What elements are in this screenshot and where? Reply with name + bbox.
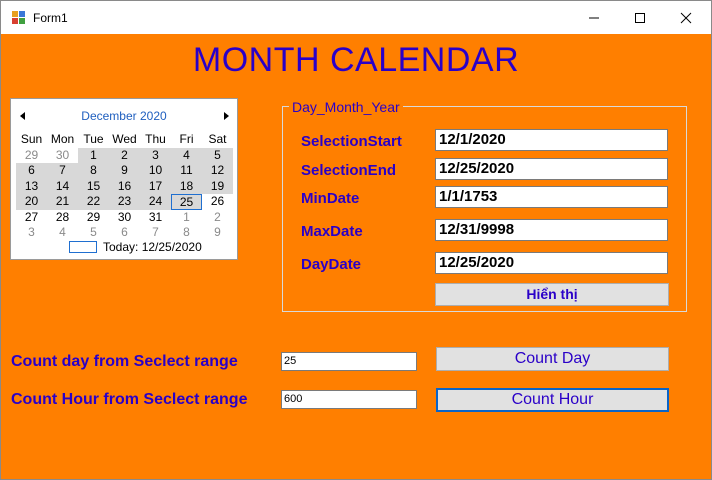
count-hour-field[interactable]: 600 bbox=[281, 390, 417, 409]
title-bar[interactable]: Form1 bbox=[1, 1, 711, 34]
calendar-week-row: 6 7 8 9 10 11 12 bbox=[16, 163, 233, 179]
calendar-day[interactable]: 24 bbox=[140, 194, 171, 210]
calendar-day[interactable]: 13 bbox=[16, 178, 47, 194]
page-title: MONTH CALENDAR bbox=[192, 41, 520, 79]
max-date-label: MaxDate bbox=[301, 223, 363, 240]
calendar-day[interactable]: 16 bbox=[109, 178, 140, 194]
min-date-label: MinDate bbox=[301, 190, 360, 207]
calendar-day[interactable]: 14 bbox=[47, 178, 78, 194]
calendar-week-row: 29 30 1 2 3 4 5 bbox=[16, 147, 233, 164]
weekday-header: Mon bbox=[50, 132, 75, 146]
next-month-icon[interactable] bbox=[224, 112, 229, 120]
selection-end-label: SelectionEnd bbox=[301, 162, 397, 179]
close-button[interactable] bbox=[663, 1, 709, 34]
calendar-week-row: 3456789 bbox=[16, 225, 233, 241]
maximize-button[interactable] bbox=[617, 1, 663, 34]
window-title: Form1 bbox=[33, 11, 68, 25]
minimize-button[interactable] bbox=[571, 1, 617, 34]
calendar-day[interactable]: 28 bbox=[47, 210, 78, 226]
calendar-day[interactable]: 7 bbox=[140, 225, 171, 241]
weekday-header: Fri bbox=[179, 132, 194, 146]
count-hour-label: Count Hour from Seclect range bbox=[11, 391, 248, 408]
form-window: Form1 MONTH CALENDAR December 2020 Sun Mo… bbox=[0, 0, 712, 480]
calendar-day[interactable]: 4 bbox=[47, 225, 78, 241]
calendar-month-title[interactable]: December 2020 bbox=[11, 109, 237, 123]
calendar-day[interactable]: 10 bbox=[140, 163, 171, 179]
calendar-day[interactable]: 22 bbox=[78, 194, 109, 210]
month-calendar[interactable]: December 2020 Sun Mon Tue Wed Thu Fri Sat 29 30 1… bbox=[10, 98, 238, 260]
calendar-day[interactable]: 20 bbox=[16, 194, 47, 210]
calendar-day[interactable]: 9 bbox=[202, 225, 233, 241]
calendar-day[interactable]: 15 bbox=[78, 178, 109, 194]
calendar-day[interactable]: 25 bbox=[171, 194, 202, 210]
calendar-day[interactable]: 31 bbox=[140, 210, 171, 226]
calendar-day[interactable]: 30 bbox=[47, 148, 78, 164]
calendar-day[interactable]: 2 bbox=[109, 147, 140, 163]
calendar-day[interactable]: 1 bbox=[171, 210, 202, 226]
calendar-day[interactable]: 3 bbox=[16, 225, 47, 241]
calendar-week-row: 20 21 22 23 24 25 26 bbox=[16, 194, 233, 210]
calendar-grid: Sun Mon Tue Wed Thu Fri Sat 29 30 1 2 3 4 5 6 7 8 9 10 11 12… bbox=[16, 132, 233, 241]
calendar-day[interactable]: 5 bbox=[202, 147, 233, 163]
max-date-field[interactable]: 12/31/9998 bbox=[435, 219, 668, 241]
calendar-weekday-row: Sun Mon Tue Wed Thu Fri Sat bbox=[16, 132, 233, 148]
today-marker-icon bbox=[69, 241, 97, 253]
calendar-day[interactable]: 8 bbox=[78, 163, 109, 179]
calendar-day[interactable]: 1 bbox=[78, 147, 109, 163]
calendar-day[interactable]: 23 bbox=[109, 194, 140, 210]
calendar-day[interactable]: 6 bbox=[109, 225, 140, 241]
min-date-field[interactable]: 1/1/1753 bbox=[435, 186, 668, 208]
minimize-icon bbox=[589, 17, 599, 18]
calendar-day[interactable]: 19 bbox=[202, 178, 233, 194]
weekday-header: Sun bbox=[20, 132, 43, 146]
calendar-day[interactable]: 12 bbox=[202, 163, 233, 179]
calendar-header: December 2020 bbox=[11, 109, 237, 125]
show-button[interactable]: Hiển thị bbox=[435, 283, 669, 306]
calendar-day[interactable]: 9 bbox=[109, 163, 140, 179]
count-day-field[interactable]: 25 bbox=[281, 352, 417, 371]
calendar-day[interactable]: 3 bbox=[140, 147, 171, 163]
calendar-day[interactable]: 21 bbox=[47, 194, 78, 210]
calendar-day[interactable]: 17 bbox=[140, 178, 171, 194]
calendar-day[interactable]: 29 bbox=[16, 148, 47, 164]
selection-end-field[interactable]: 12/25/2020 bbox=[435, 158, 668, 180]
calendar-week-row: 13 14 15 16 17 18 19 bbox=[16, 178, 233, 194]
calendar-day[interactable]: 5 bbox=[78, 225, 109, 241]
calendar-day[interactable]: 26 bbox=[202, 194, 233, 210]
close-icon bbox=[680, 12, 692, 23]
calendar-week-row: 27 28 29 30 31 1 2 bbox=[16, 210, 233, 226]
app-icon bbox=[12, 11, 25, 24]
previous-month-icon[interactable] bbox=[20, 112, 25, 120]
count-hour-button[interactable]: Count Hour bbox=[436, 388, 669, 412]
calendar-day[interactable]: 4 bbox=[171, 147, 202, 163]
maximize-icon bbox=[635, 12, 645, 23]
calendar-day[interactable]: 27 bbox=[16, 210, 47, 226]
weekday-header: Thu bbox=[145, 132, 166, 146]
day-date-label: DayDate bbox=[301, 256, 362, 273]
selection-start-field[interactable]: 12/1/2020 bbox=[435, 129, 668, 151]
weekday-header: Tue bbox=[83, 132, 104, 146]
today-label: Today: 12/25/2020 bbox=[103, 240, 202, 254]
group-legend: Day_Month_Year bbox=[289, 99, 403, 115]
calendar-day[interactable]: 18 bbox=[171, 178, 202, 194]
selection-start-label: SelectionStart bbox=[301, 133, 402, 150]
calendar-day[interactable]: 6 bbox=[16, 163, 47, 179]
calendar-day[interactable]: 29 bbox=[78, 210, 109, 226]
calendar-today-link[interactable]: Today: 12/25/2020 bbox=[69, 240, 202, 254]
day-date-field[interactable]: 12/25/2020 bbox=[435, 252, 668, 274]
count-day-label: Count day from Seclect range bbox=[11, 353, 238, 370]
calendar-day[interactable]: 11 bbox=[171, 163, 202, 179]
calendar-day[interactable]: 2 bbox=[202, 210, 233, 226]
calendar-day[interactable]: 8 bbox=[171, 225, 202, 241]
weekday-header: Wed bbox=[112, 132, 137, 146]
calendar-day[interactable]: 7 bbox=[47, 163, 78, 179]
weekday-header: Sat bbox=[208, 132, 227, 146]
calendar-day[interactable]: 30 bbox=[109, 210, 140, 226]
count-day-button[interactable]: Count Day bbox=[436, 347, 669, 371]
